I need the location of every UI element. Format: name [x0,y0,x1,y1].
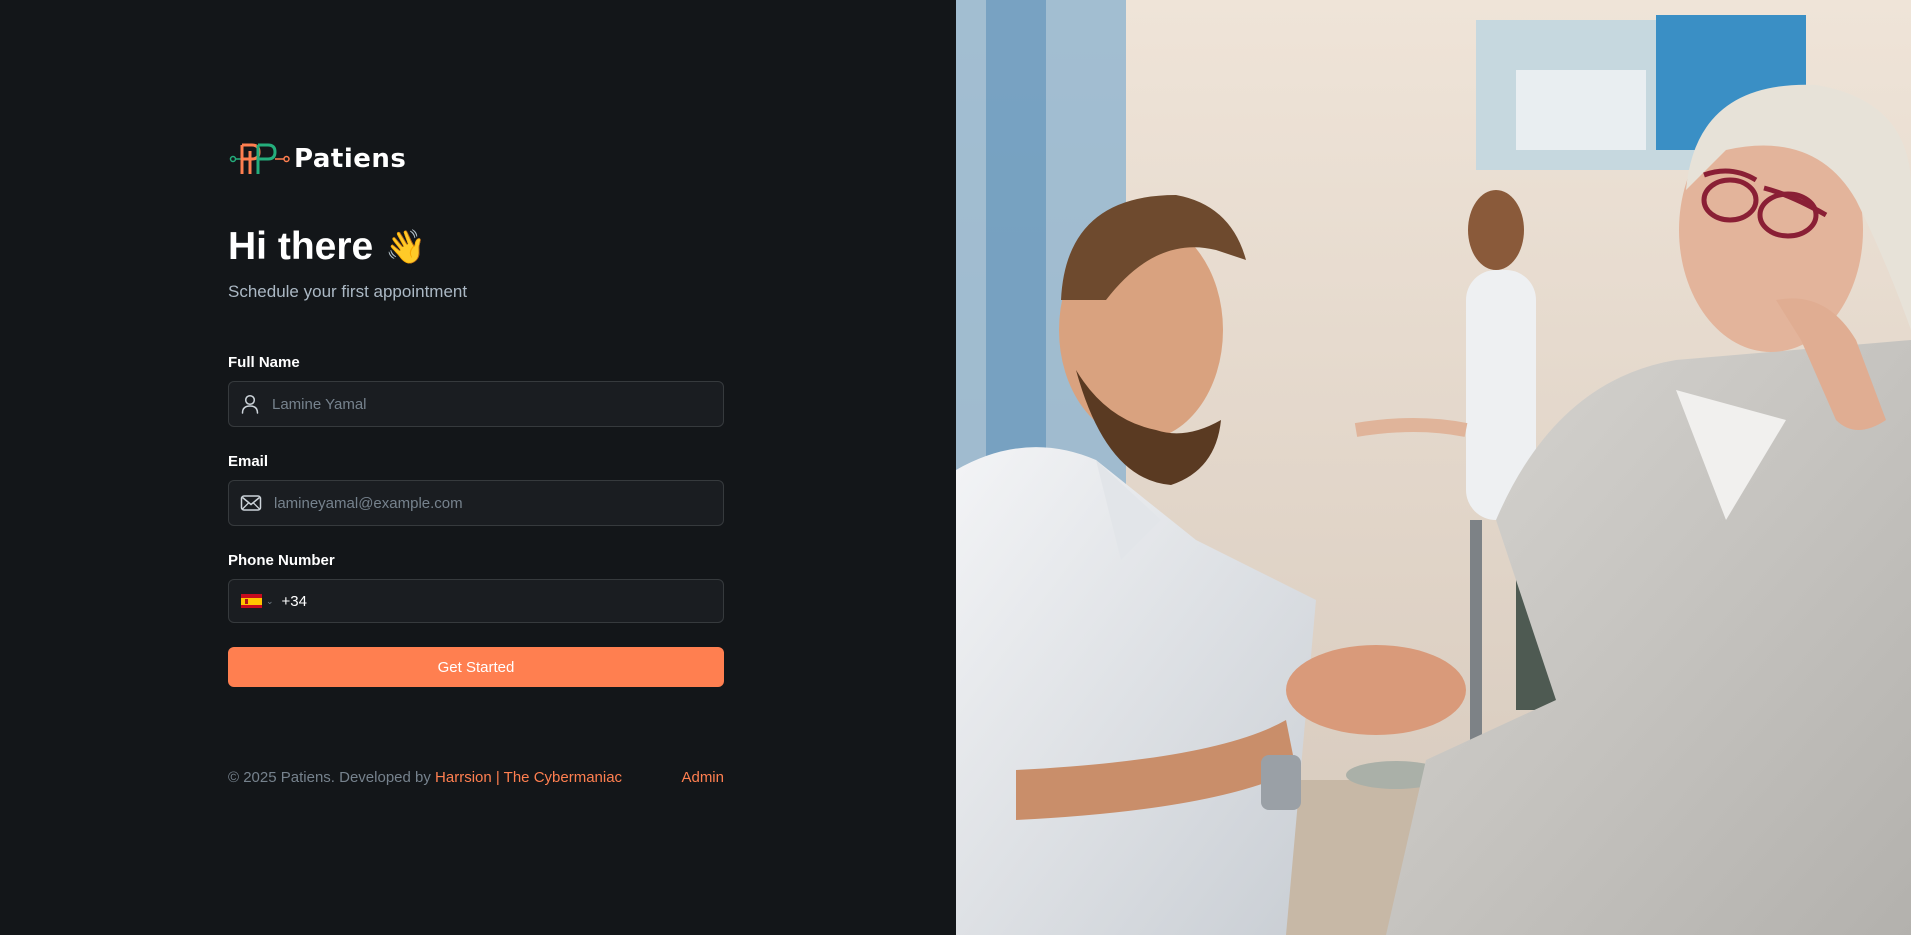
form-container: Patiens Hi there 👋 Schedule your first a… [228,138,724,786]
full-name-label: Full Name [228,354,300,371]
wave-emoji-icon: 👋 [385,227,427,265]
logo-mark-icon [229,143,290,174]
user-icon [241,394,259,414]
full-name-input[interactable]: Lamine Yamal [228,381,724,427]
email-placeholder: lamineyamal@example.com [274,494,463,512]
email-input[interactable]: lamineyamal@example.com [228,480,724,526]
hero-image [956,0,1911,935]
developer-link[interactable]: Harrsion | The Cybermaniac [435,769,622,786]
copyright-label: © 2025 Patiens. Developed by [228,769,431,786]
brand-logo: Patiens [228,138,724,180]
chevron-down-icon[interactable]: ⌄ [266,596,274,607]
phone-input[interactable]: ⌄ +34 [228,579,724,623]
phone-dial-code: +34 [281,592,307,610]
full-name-placeholder: Lamine Yamal [272,395,367,413]
get-started-button[interactable]: Get Started [228,647,724,687]
footer: © 2025 Patiens. Developed by Harrsion | … [228,769,724,786]
spain-flag-icon[interactable] [241,594,262,608]
onboarding-panel: Patiens Hi there 👋 Schedule your first a… [0,0,956,935]
mail-icon [240,495,262,511]
greeting-title: Hi there [228,225,374,268]
phone-label: Phone Number [228,552,335,569]
greeting-heading: Hi there 👋 [228,224,724,270]
copyright-text: © 2025 Patiens. Developed by Harrsion | … [228,769,622,786]
greeting-subtitle: Schedule your first appointment [228,282,468,301]
brand-name: Patiens [294,144,407,174]
doctor-patient-photo [956,0,1911,935]
email-label: Email [228,453,269,470]
admin-link[interactable]: Admin [681,769,724,786]
